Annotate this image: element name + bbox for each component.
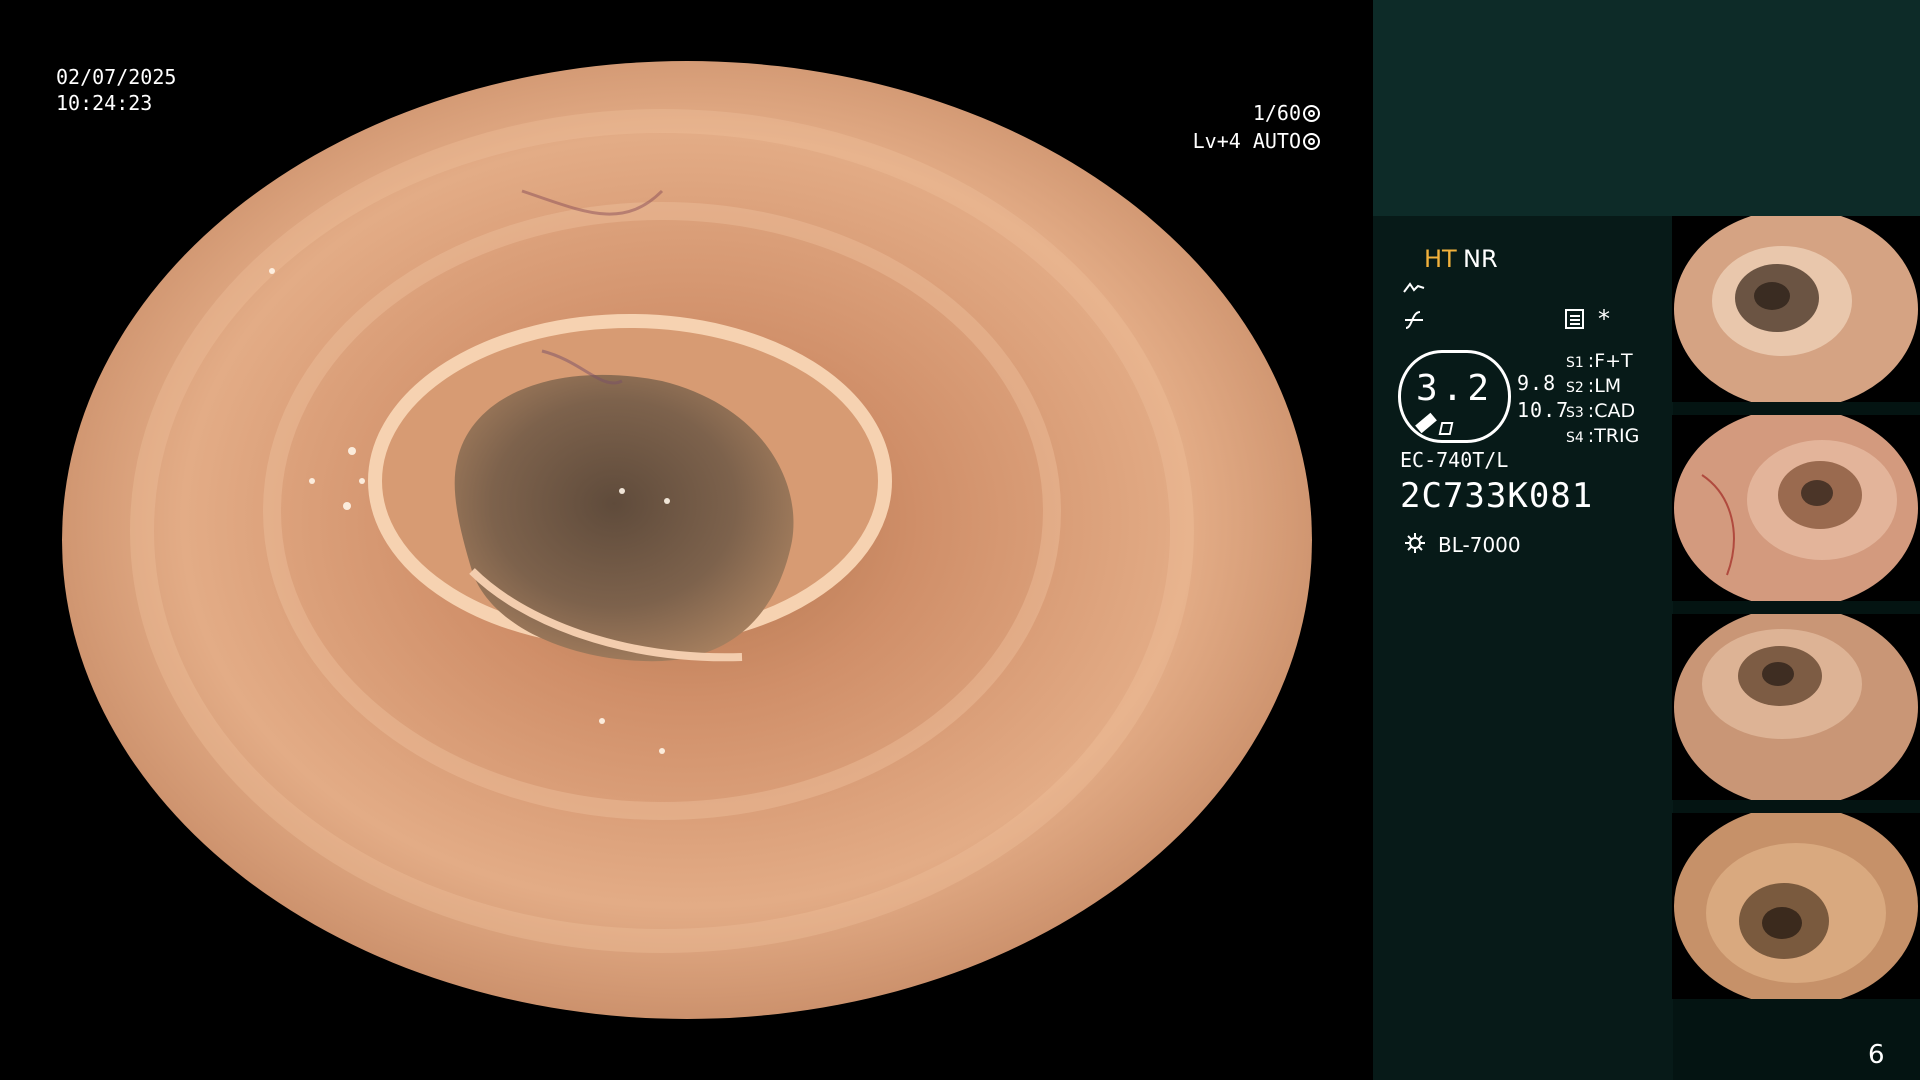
switch-key: S1 [1566, 355, 1584, 371]
switch-s3: S3:CAD [1566, 400, 1636, 422]
light-source-label: BL-7000 [1438, 533, 1521, 557]
switch-value: F+T [1594, 350, 1633, 372]
captured-thumbnail[interactable] [1672, 813, 1920, 999]
time-text: 10:24:23 [56, 91, 153, 115]
nr-indicator: NR [1463, 245, 1498, 273]
side-panel-header [1373, 0, 1920, 216]
captured-thumbnail[interactable] [1672, 614, 1920, 800]
switch-key: S4 [1566, 430, 1584, 446]
list-icon [1565, 309, 1584, 329]
star-indicator: * [1598, 305, 1610, 333]
tone-curve-icon [1405, 311, 1423, 329]
shutter-speed: 1/60 [1252, 101, 1301, 125]
ht-indicator: HT [1424, 245, 1457, 273]
scope-model: EC-740T/L [1400, 448, 1509, 472]
enhancement-wave-icon [1403, 282, 1425, 293]
colon-lumen-illustration [62, 61, 1312, 1019]
thumbnail-image [1674, 813, 1918, 999]
thumbnail-image [1674, 614, 1918, 800]
exposure-info: 1/60 Lv+4 AUTO [1193, 99, 1320, 155]
magnification-bottom: 10.7 [1517, 398, 1570, 422]
settings-panel [1373, 216, 1673, 1080]
zoom-value: 3.2 [1415, 368, 1494, 409]
switch-key: S3 [1566, 405, 1584, 421]
thumbnail-image [1674, 415, 1918, 601]
switch-key: S2 [1566, 380, 1584, 396]
switch-s4: S4:TRIG [1566, 425, 1640, 447]
captured-thumbnail[interactable] [1672, 216, 1920, 402]
shutter-icon [1303, 105, 1320, 122]
switch-value: LM [1594, 375, 1622, 397]
switch-s1: S1:F+T [1566, 350, 1633, 372]
captured-thumbnail[interactable] [1672, 415, 1920, 601]
brightness-level: Lv+4 AUTO [1192, 129, 1301, 153]
endoscopic-image [62, 61, 1312, 1019]
date-time-stamp: 02/07/2025 10:24:23 [56, 64, 176, 116]
scope-serial: 2C733K081 [1400, 476, 1594, 516]
magnification-top: 9.8 [1517, 371, 1557, 395]
switch-s2: S2:LM [1566, 375, 1622, 397]
thumbnail-image [1674, 216, 1918, 402]
iris-icon [1303, 133, 1320, 150]
light-source-icon [1405, 533, 1425, 553]
switch-value: CAD [1594, 400, 1636, 422]
date-text: 02/07/2025 [56, 65, 177, 89]
switch-value: TRIG [1594, 425, 1640, 447]
page-number: 6 [1868, 1040, 1885, 1070]
